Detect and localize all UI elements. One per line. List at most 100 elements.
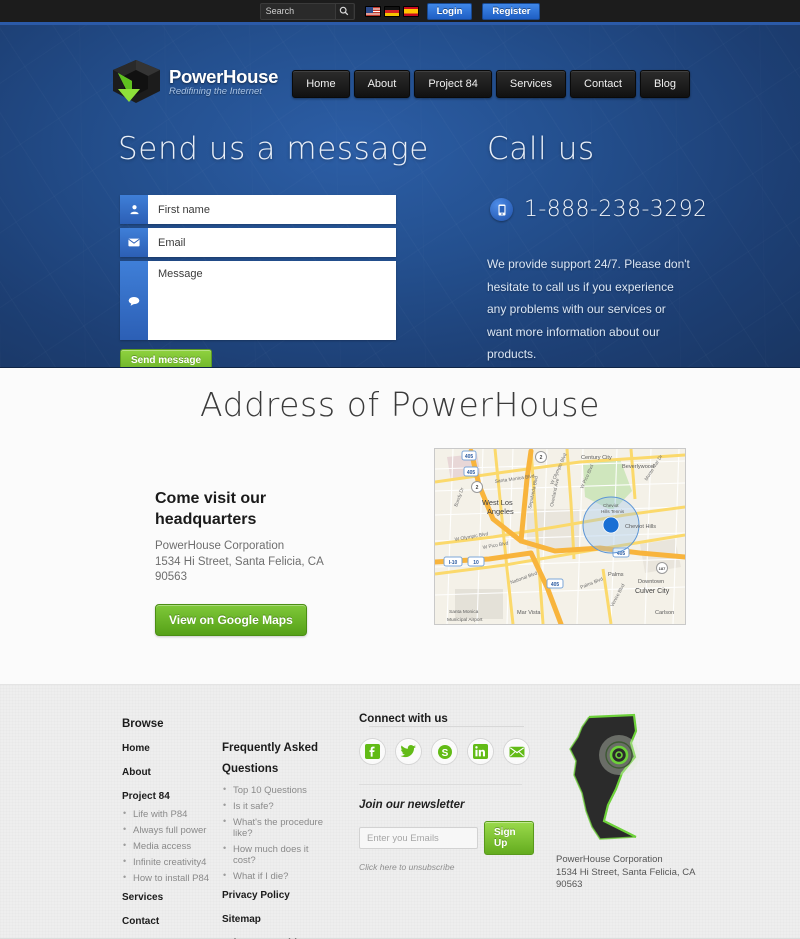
- list-item[interactable]: How much does it cost?: [222, 843, 332, 866]
- view-on-google-maps-button[interactable]: View on Google Maps: [155, 603, 307, 636]
- send-message-button[interactable]: Send message: [120, 349, 213, 367]
- list-item[interactable]: Life with P84: [122, 808, 214, 820]
- newsletter-form: Sign Up: [359, 821, 534, 855]
- footer-faq-column: Frequently Asked Questions Top 10 Questi…: [222, 738, 332, 939]
- search-button[interactable]: [334, 3, 353, 19]
- sign-up-button[interactable]: Sign Up: [484, 821, 534, 855]
- comment-bubble-icon: [120, 261, 148, 340]
- svg-text:Palms: Palms: [608, 572, 624, 578]
- language-switcher[interactable]: [364, 5, 419, 17]
- svg-text:Culver City: Culver City: [635, 588, 670, 595]
- email-icon[interactable]: [503, 738, 530, 765]
- list-item[interactable]: Media access: [122, 840, 214, 852]
- powerhouse-logo-icon: [110, 59, 162, 105]
- google-map-image[interactable]: 405 405 2 2 I-10 10 405 405 187 Century …: [434, 448, 686, 625]
- list-item[interactable]: What's the procedure like?: [222, 816, 332, 839]
- search-box[interactable]: [259, 2, 355, 20]
- register-button[interactable]: Register: [482, 2, 541, 20]
- logo-text: PowerHouse Redifining the Internet: [169, 65, 279, 97]
- svg-text:S: S: [441, 748, 448, 759]
- nav-item-about[interactable]: About: [353, 70, 411, 98]
- facebook-icon[interactable]: [359, 738, 386, 765]
- svg-text:187: 187: [659, 566, 666, 571]
- svg-text:Beverlywood: Beverlywood: [622, 464, 654, 470]
- svg-text:Cheviot: Cheviot: [603, 503, 619, 508]
- mobile-phone-icon: [490, 198, 513, 221]
- list-item[interactable]: What if I die?: [222, 870, 332, 882]
- nav-item-contact[interactable]: Contact: [570, 70, 636, 98]
- email-field[interactable]: [120, 228, 396, 257]
- svg-text:2: 2: [540, 455, 543, 461]
- list-item[interactable]: Top 10 Questions: [222, 784, 332, 796]
- svg-text:405: 405: [551, 582, 560, 588]
- twitter-icon[interactable]: [395, 738, 422, 765]
- svg-text:Century City: Century City: [581, 455, 612, 461]
- top-bar-inner: Login Register: [259, 2, 541, 20]
- footer-link-sitemap[interactable]: Sitemap: [222, 914, 332, 925]
- phone-number[interactable]: 1-888-238-3292: [524, 197, 707, 222]
- list-item[interactable]: Always full power: [122, 824, 214, 836]
- footer-link-privacy-policy[interactable]: Privacy Policy: [222, 890, 332, 901]
- list-item[interactable]: How to install P84: [122, 872, 214, 884]
- footer-project-84-sublist: Life with P84 Always full power Media ac…: [122, 808, 214, 884]
- main-navigation: Home About Project 84 Services Contact B…: [292, 70, 690, 98]
- search-input[interactable]: [260, 6, 335, 16]
- first-name-input[interactable]: [148, 195, 396, 224]
- address-company: PowerHouse Corporation: [155, 540, 285, 552]
- footer-address-street: 1534 Hi Street, Santa Felicia, CA: [556, 866, 696, 878]
- footer-link-services[interactable]: Services: [122, 892, 214, 903]
- footer-link-contact[interactable]: Contact: [122, 916, 214, 927]
- skype-icon[interactable]: S: [431, 738, 458, 765]
- svg-text:I-10: I-10: [449, 560, 458, 566]
- unsubscribe-link[interactable]: Click here to unsubscribe: [359, 862, 534, 872]
- svg-text:West Los: West Los: [482, 498, 513, 507]
- site-logo[interactable]: PowerHouse Redifining the Internet: [110, 59, 278, 105]
- email-input[interactable]: [148, 228, 396, 257]
- page-root: Login Register PowerHouse: [0, 0, 800, 939]
- flag-us-icon[interactable]: [364, 5, 381, 17]
- footer-connect-column: Connect with us S Join our newsletter En…: [359, 713, 534, 872]
- address-title: Address of PowerHouse: [200, 385, 600, 424]
- login-button[interactable]: Login: [426, 2, 473, 20]
- flag-es-icon[interactable]: [402, 5, 419, 17]
- first-name-field[interactable]: [120, 195, 396, 224]
- address-zip: 90563: [155, 571, 187, 583]
- message-field[interactable]: [120, 261, 396, 340]
- footer-address-company: PowerHouse Corporation: [556, 854, 663, 865]
- footer-faq-sublist: Top 10 Questions Is it safe? What's the …: [222, 784, 332, 882]
- contact-form: Send message: [120, 195, 396, 367]
- list-item[interactable]: Infinite creativity4: [122, 856, 214, 868]
- brand-name: PowerHouse: [169, 65, 279, 87]
- svg-text:Carlson: Carlson: [655, 610, 674, 616]
- svg-text:405: 405: [465, 454, 474, 460]
- footer-link-home[interactable]: Home: [122, 743, 214, 754]
- address-details: Come visit our headquarters PowerHouse C…: [155, 488, 355, 636]
- footer-link-project-84[interactable]: Project 84: [122, 791, 214, 802]
- svg-text:405: 405: [467, 470, 476, 476]
- hero-section: PowerHouse Redifining the Internet Home …: [0, 25, 800, 368]
- nav-item-blog[interactable]: Blog: [639, 70, 690, 98]
- social-links: S: [359, 738, 534, 765]
- nav-item-home[interactable]: Home: [292, 70, 350, 98]
- svg-text:Downtown: Downtown: [638, 579, 664, 585]
- newsletter-heading: Join our newsletter: [359, 799, 465, 811]
- svg-text:2: 2: [476, 485, 479, 491]
- phone-row: 1-888-238-3292: [490, 197, 707, 222]
- svg-text:Angeles: Angeles: [487, 507, 514, 516]
- svg-text:Cheviot Hills: Cheviot Hills: [625, 524, 656, 530]
- top-utility-bar: Login Register: [0, 0, 800, 25]
- envelope-icon: [120, 228, 148, 257]
- nav-item-project-84[interactable]: Project 84: [414, 70, 492, 98]
- footer-address-zip: 90563: [556, 879, 583, 890]
- list-item[interactable]: Is it safe?: [222, 800, 332, 812]
- flag-de-icon[interactable]: [383, 5, 400, 17]
- footer-faq-heading: Frequently Asked Questions: [222, 742, 319, 775]
- call-heading: Call us: [487, 131, 595, 167]
- search-icon: [339, 6, 349, 16]
- newsletter-email-input[interactable]: [359, 827, 478, 849]
- svg-text:Hills Tennis: Hills Tennis: [601, 509, 625, 514]
- linkedin-icon[interactable]: [467, 738, 494, 765]
- footer-link-about[interactable]: About: [122, 767, 214, 778]
- message-input[interactable]: [148, 261, 396, 340]
- nav-item-services[interactable]: Services: [495, 70, 567, 98]
